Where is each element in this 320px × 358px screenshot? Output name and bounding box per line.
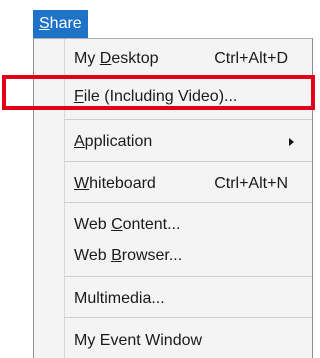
menu-item-label: Multimedia...: [74, 290, 165, 307]
menu-item-label: My Desktop: [74, 50, 159, 67]
menu-item-application[interactable]: Application: [74, 130, 302, 154]
menu-separator: [64, 317, 312, 318]
highlight-box: [2, 75, 315, 110]
menu-item-label: Web Browser...: [74, 247, 183, 264]
menu-item-my-desktop[interactable]: My Desktop Ctrl+Alt+D: [74, 47, 302, 71]
menu-item-label: Web Content...: [74, 216, 181, 233]
menu-item-label: Application: [74, 133, 153, 150]
share-menu-title-rest: hare: [49, 15, 82, 32]
menu-separator: [64, 202, 312, 203]
shortcut-text: Ctrl+Alt+N: [214, 175, 288, 192]
menu-separator: [64, 161, 312, 162]
menu-item-my-event-window[interactable]: My Event Window: [74, 329, 302, 353]
menu-item-whiteboard[interactable]: Whiteboard Ctrl+Alt+N: [74, 172, 302, 196]
menu-item-label: My Event Window: [74, 332, 203, 349]
submenu-arrow-icon: [289, 138, 294, 146]
menu-item-label: Whiteboard: [74, 175, 156, 192]
share-menu-title-accel: S: [39, 15, 50, 32]
menu-separator: [64, 119, 312, 120]
menu-item-web-content[interactable]: Web Content...: [74, 213, 302, 237]
share-menu-title[interactable]: Share: [33, 10, 88, 38]
menu-item-multimedia[interactable]: Multimedia...: [74, 287, 302, 311]
menu-item-web-browser[interactable]: Web Browser...: [74, 244, 302, 268]
shortcut-text: Ctrl+Alt+D: [214, 50, 288, 67]
menu-separator: [64, 276, 312, 277]
